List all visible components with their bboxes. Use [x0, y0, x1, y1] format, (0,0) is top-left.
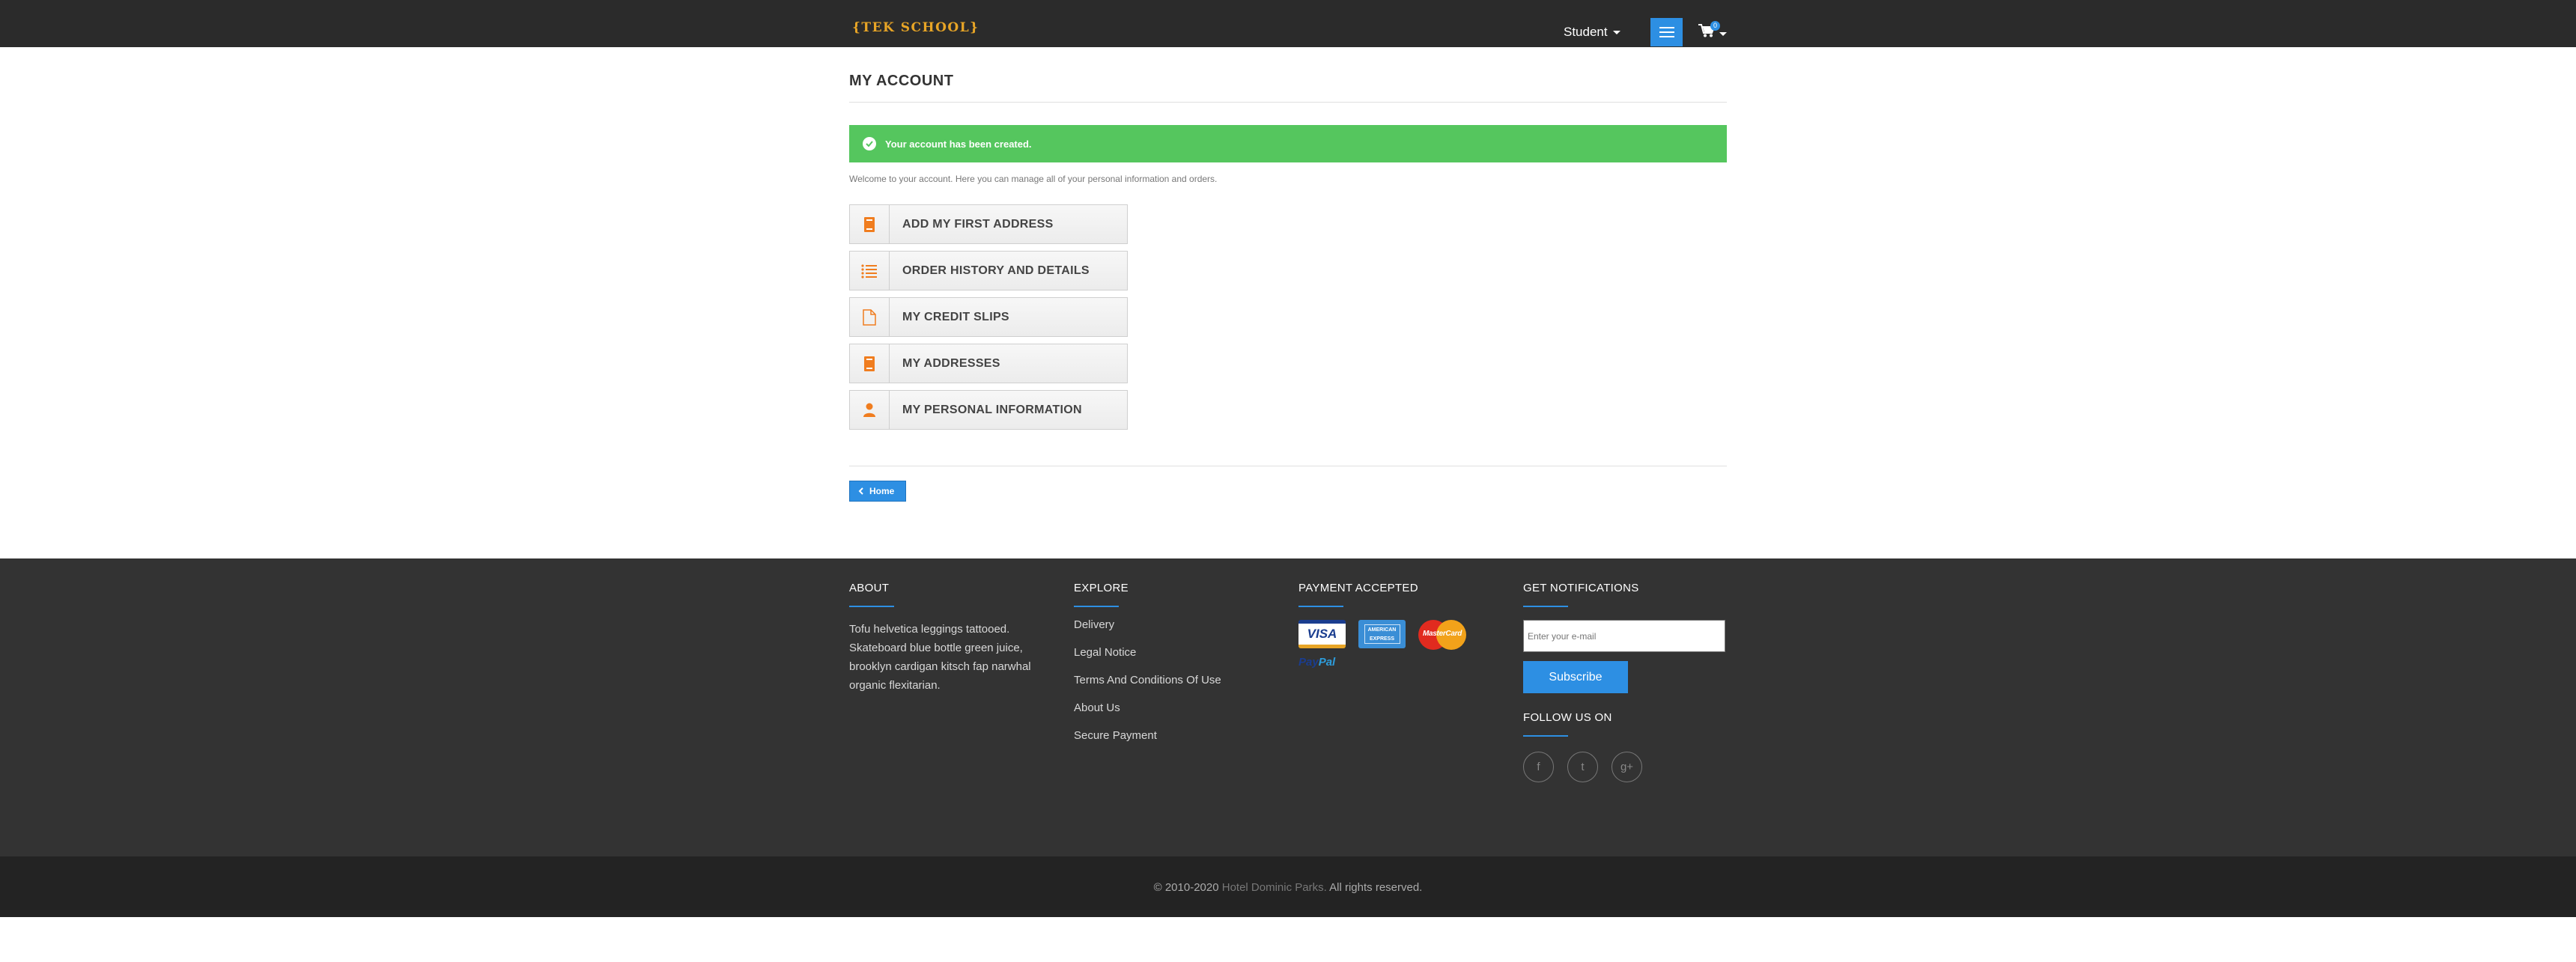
explore-heading: EXPLORE: [1074, 582, 1128, 594]
link-legal-notice[interactable]: Legal Notice: [1074, 646, 1221, 674]
user-menu[interactable]: Student: [1564, 25, 1620, 40]
heading-underline: [1523, 606, 1568, 607]
list-icon: [861, 264, 877, 278]
facebook-icon[interactable]: f: [1523, 752, 1554, 782]
chevron-down-icon: [1612, 30, 1620, 34]
payment-heading: PAYMENT ACCEPTED: [1298, 582, 1418, 594]
add-first-address-button[interactable]: ADD MY FIRST ADDRESS: [849, 204, 1128, 244]
about-text: Tofu helvetica leggings tattooed. Skateb…: [849, 623, 1031, 692]
menu-toggle-button[interactable]: [1650, 18, 1683, 46]
footer-explore: EXPLORE Delivery Legal Notice Terms And …: [1074, 582, 1221, 757]
footer-about: ABOUT Tofu helvetica leggings tattooed. …: [849, 582, 1066, 695]
user-icon: [863, 403, 875, 417]
button-label: ORDER HISTORY AND DETAILS: [902, 264, 1090, 277]
heading-underline: [1074, 606, 1119, 607]
heading-underline: [1523, 735, 1568, 737]
my-addresses-button[interactable]: MY ADDRESSES: [849, 344, 1128, 383]
account-links: ADD MY FIRST ADDRESS ORDER HISTORY AND D…: [849, 204, 1128, 436]
social-links: f t g+: [1523, 752, 1725, 782]
button-label: MY ADDRESSES: [902, 356, 1000, 370]
divider: [849, 102, 1727, 103]
cart-button[interactable]: 0: [1698, 21, 1728, 43]
visa-icon: VISA: [1298, 620, 1346, 648]
home-label: Home: [869, 486, 895, 496]
link-secure-payment[interactable]: Secure Payment: [1074, 729, 1221, 757]
cart-count-badge: 0: [1710, 21, 1720, 31]
credit-slips-button[interactable]: MY CREDIT SLIPS: [849, 297, 1128, 337]
chevron-down-icon: [1719, 32, 1727, 36]
chevron-left-icon: [858, 487, 863, 495]
footer: [0, 558, 2576, 856]
home-button[interactable]: Home: [849, 481, 906, 502]
button-label: ADD MY FIRST ADDRESS: [902, 217, 1054, 231]
newsletter-email-input[interactable]: [1523, 620, 1725, 652]
about-heading: ABOUT: [849, 582, 890, 594]
address-book-icon: [864, 216, 875, 232]
heading-underline: [849, 606, 894, 607]
explore-links: Delivery Legal Notice Terms And Conditio…: [1074, 618, 1221, 757]
site-logo[interactable]: {TEK SCHOOL}: [852, 20, 979, 35]
footer-notifications: GET NOTIFICATIONS Subscribe FOLLOW US ON…: [1523, 582, 1725, 782]
copyright-brand[interactable]: Hotel Dominic Parks.: [1222, 881, 1327, 894]
amex-label: AMERICAN EXPRESS: [1364, 624, 1400, 644]
order-history-button[interactable]: ORDER HISTORY AND DETAILS: [849, 251, 1128, 290]
link-about-us[interactable]: About Us: [1074, 701, 1221, 729]
user-name: Student: [1564, 25, 1608, 39]
mastercard-label: MasterCard: [1423, 630, 1462, 638]
personal-information-button[interactable]: MY PERSONAL INFORMATION: [849, 390, 1128, 430]
link-terms[interactable]: Terms And Conditions Of Use: [1074, 674, 1221, 701]
twitter-icon[interactable]: t: [1567, 752, 1598, 782]
check-circle-icon: [863, 137, 876, 150]
follow-heading: FOLLOW US ON: [1523, 711, 1612, 724]
link-delivery[interactable]: Delivery: [1074, 618, 1221, 646]
subscribe-button[interactable]: Subscribe: [1523, 661, 1628, 693]
success-alert: Your account has been created.: [849, 125, 1727, 162]
footer-payment: PAYMENT ACCEPTED VISA AMERICAN EXPRESS M…: [1298, 582, 1466, 669]
amex-icon: AMERICAN EXPRESS: [1358, 620, 1406, 648]
document-icon: [863, 308, 876, 326]
page-title: MY ACCOUNT: [849, 73, 954, 89]
mastercard-icon: MasterCard: [1418, 620, 1466, 650]
address-book-icon: [864, 356, 875, 371]
copyright: © 2010-2020 Hotel Dominic Parks. All rig…: [1153, 881, 1423, 894]
button-label: MY CREDIT SLIPS: [902, 310, 1009, 323]
hamburger-icon: [1659, 27, 1674, 28]
button-label: MY PERSONAL INFORMATION: [902, 403, 1082, 416]
paypal-icon: PayPal: [1298, 656, 1336, 669]
notifications-heading: GET NOTIFICATIONS: [1523, 582, 1639, 594]
payment-cards: VISA AMERICAN EXPRESS MasterCard: [1298, 620, 1466, 650]
heading-underline: [1298, 606, 1343, 607]
welcome-text: Welcome to your account. Here you can ma…: [849, 174, 1218, 184]
alert-message: Your account has been created.: [885, 138, 1032, 150]
top-navbar: {TEK SCHOOL} Student 0: [0, 0, 2576, 47]
google-plus-icon[interactable]: g+: [1611, 752, 1642, 782]
